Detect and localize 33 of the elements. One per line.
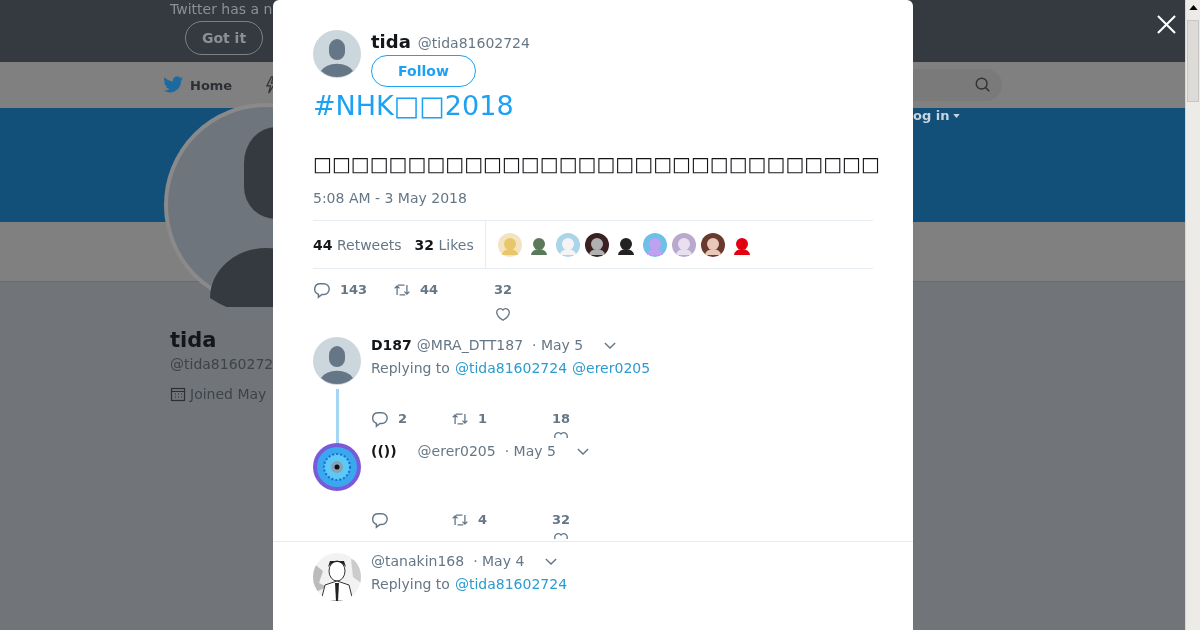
replying-to-label: Replying to [371,360,450,376]
profile-name: tida [170,327,217,353]
tweet-text: □□□□□□□□□□□□□□□□□□□□□□□□□□□□□□ [313,151,880,178]
reply-author-handle: @MRA_DTT187 [416,337,524,353]
replying-to-label: Replying to [371,576,450,592]
mention-link[interactable]: @tida81602724 [454,576,568,592]
notice-text: Twitter has a n [170,1,273,17]
reply-author-handle: @erer0205 [417,443,496,459]
mention-link[interactable]: @tida81602724 [454,360,568,376]
like-count: 18 [551,410,571,428]
reply-count: 2 [398,410,408,428]
retweet-count: 1 [478,410,488,428]
follow-button[interactable]: Follow [371,55,476,87]
tweet-timestamp: 5:08 AM - 3 May 2018 [313,190,467,206]
stat-count[interactable]: 44 Retweets [313,236,402,253]
reply-author-handle: @tanakin168 [371,553,465,569]
reply-count: 143 [340,281,368,299]
mention-link[interactable]: @erer0205 [572,360,651,376]
retweet-count: 4 [478,511,488,529]
reply-author-name: (()) [371,443,397,459]
reply-date: · May 5 [532,337,584,353]
home-link[interactable]: Home [190,77,233,93]
reply-date: · May 5 [504,443,556,459]
author-handle: @tida81602724 [417,35,530,51]
retweet-count: 44 [420,281,439,299]
stat-count[interactable]: 32 Likes [414,236,474,253]
login-link[interactable]: og in [913,108,950,123]
reply-author-name: D187 [371,337,412,353]
hashtag-link[interactable]: #NHK□□2018 [313,89,514,123]
like-count: 32 [493,281,513,299]
like-count: 32 [551,511,571,529]
reply-date: · May 4 [473,553,525,569]
author-name: tida [371,31,411,52]
